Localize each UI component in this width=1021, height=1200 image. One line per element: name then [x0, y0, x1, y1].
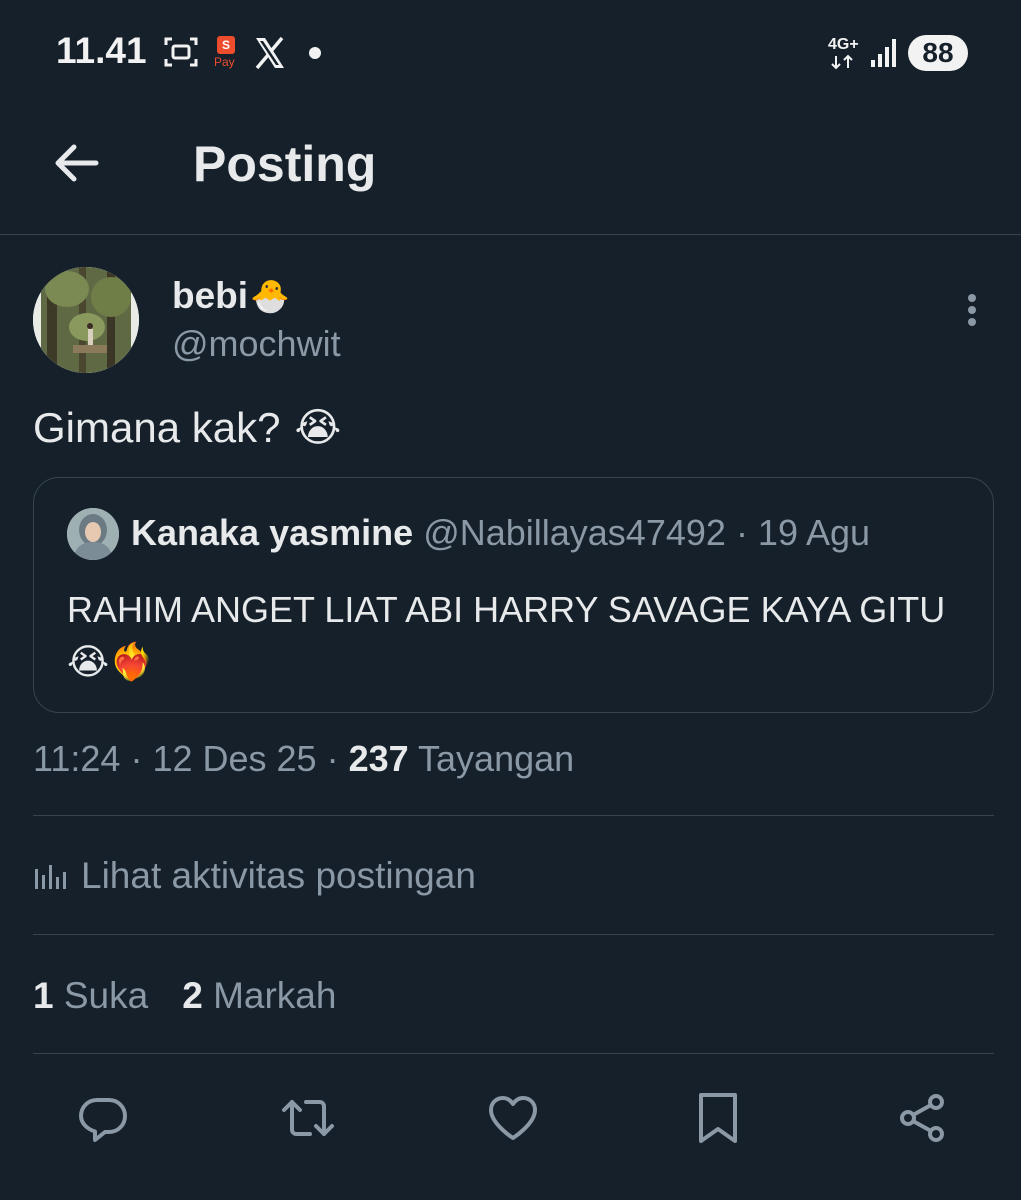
quoted-author-avatar [67, 508, 119, 560]
divider [33, 815, 994, 816]
battery-indicator: 88 [908, 35, 968, 71]
author-handle[interactable]: @mochwit [172, 323, 341, 365]
meta-separator: · [130, 738, 143, 779]
like-icon [489, 1096, 537, 1140]
bookmarks-count: 2 [182, 975, 203, 1016]
quoted-post-card[interactable]: Kanaka yasmine @Nabillayas47492 · 19 Agu… [33, 477, 994, 713]
view-post-activity-link[interactable]: Lihat aktivitas postingan [33, 855, 476, 897]
post-text: Gimana kak? 😭 [33, 404, 341, 452]
data-arrows-icon [830, 54, 856, 75]
likes-label: Suka [63, 975, 149, 1016]
quoted-post-date: · 19 Agu [735, 512, 871, 553]
back-button[interactable] [48, 135, 104, 191]
hatching-chick-emoji: 🐣 [250, 278, 290, 314]
views-count: 237 [348, 738, 409, 779]
network-type: 4G+ [828, 36, 859, 53]
reply-icon [79, 1098, 127, 1142]
shopeepay-label: Pay [214, 55, 235, 69]
likes-stat[interactable]: 1 Suka [33, 975, 148, 1016]
status-bar: 11.41 S Pay 4G+ 88 [0, 0, 1021, 105]
bookmark-button[interactable] [690, 1090, 746, 1146]
reply-button[interactable] [75, 1090, 131, 1146]
likes-count: 1 [33, 975, 54, 1016]
repost-icon [282, 1100, 334, 1136]
dot-icon [968, 318, 976, 326]
post-text-content: Gimana kak? [33, 404, 281, 451]
page-title: Posting [193, 136, 377, 192]
status-time: 11.41 [56, 30, 147, 71]
shopeepay-icon: S Pay [214, 36, 238, 70]
meta-separator: · [326, 738, 339, 779]
author-avatar[interactable] [33, 267, 139, 373]
views-label: Tayangan [418, 738, 575, 779]
post-meta: 11:24 · 12 Des 25 · 237 Tayangan [33, 738, 574, 780]
activity-label: Lihat aktivitas postingan [81, 855, 476, 896]
bookmark-icon [699, 1093, 737, 1143]
quoted-post-text: RAHIM ANGET LIAT ABI HARRY SAVAGE KAYA G… [67, 589, 946, 682]
more-options-button[interactable] [958, 290, 986, 330]
notification-dot-icon [309, 47, 321, 59]
post-time: 11:24 [33, 738, 121, 779]
quoted-author-name: Kanaka yasmine [131, 512, 414, 553]
dot-icon [968, 294, 976, 302]
post-date: 12 Des 25 [152, 738, 317, 779]
crying-emoji: 😭 [294, 406, 342, 450]
dot-icon [968, 306, 976, 314]
divider [33, 934, 994, 935]
signal-icon [870, 38, 898, 73]
repost-button[interactable] [280, 1090, 336, 1146]
x-logo-icon [252, 35, 288, 76]
arrow-left-icon [55, 144, 99, 182]
top-app-bar: Posting [0, 105, 1021, 235]
author-name-text: bebi [172, 275, 249, 316]
quoted-author-handle: @Nabillayas47492 [423, 512, 726, 553]
shopeepay-badge: S [217, 36, 235, 54]
share-icon [900, 1094, 944, 1142]
post-stats: 1 Suka 2 Markah [33, 975, 336, 1017]
author-name[interactable]: bebi 🐣 [172, 275, 290, 317]
divider [33, 1053, 994, 1054]
analytics-icon [35, 865, 66, 889]
bookmarks-stat[interactable]: 2 Markah [182, 975, 336, 1016]
share-button[interactable] [895, 1090, 951, 1146]
bookmarks-label: Markah [213, 975, 337, 1016]
screenshot-icon [163, 34, 199, 75]
like-button[interactable] [485, 1090, 541, 1146]
quoted-post-header: Kanaka yasmine @Nabillayas47492 · 19 Agu [131, 512, 870, 554]
